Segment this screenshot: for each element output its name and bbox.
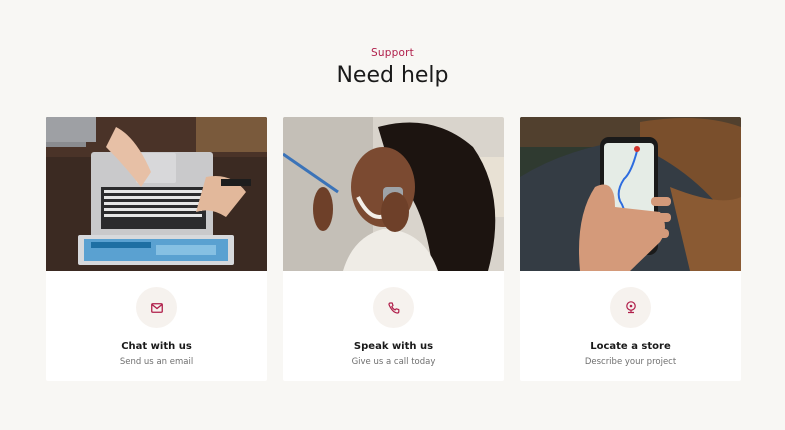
location-pin-icon-badge xyxy=(610,287,651,328)
mail-icon xyxy=(150,302,163,313)
card-subtitle: Describe your project xyxy=(584,357,677,367)
phone-map-photo xyxy=(520,117,741,271)
section-title: Need help xyxy=(336,63,449,88)
mail-icon-badge xyxy=(136,287,177,328)
woman-phone-photo xyxy=(283,117,504,271)
location-pin-icon xyxy=(625,301,636,314)
card-call[interactable]: Speak with us Give us a call today xyxy=(283,117,504,381)
laptop-tablet-photo xyxy=(46,117,267,271)
card-locate[interactable]: Locate a store Describe your project xyxy=(520,117,741,381)
card-subtitle: Send us an email xyxy=(119,357,194,367)
phone-icon-badge xyxy=(373,287,414,328)
card-subtitle: Give us a call today xyxy=(351,357,436,367)
card-chat[interactable]: Chat with us Send us an email xyxy=(46,117,267,381)
section-eyebrow: Support xyxy=(371,47,414,59)
phone-icon xyxy=(387,301,399,314)
card-title: Locate a store xyxy=(590,341,671,352)
card-title: Chat with us xyxy=(121,341,192,352)
card-title: Speak with us xyxy=(353,341,434,352)
support-section: Support Need help Chat with us Send us a… xyxy=(0,0,785,430)
